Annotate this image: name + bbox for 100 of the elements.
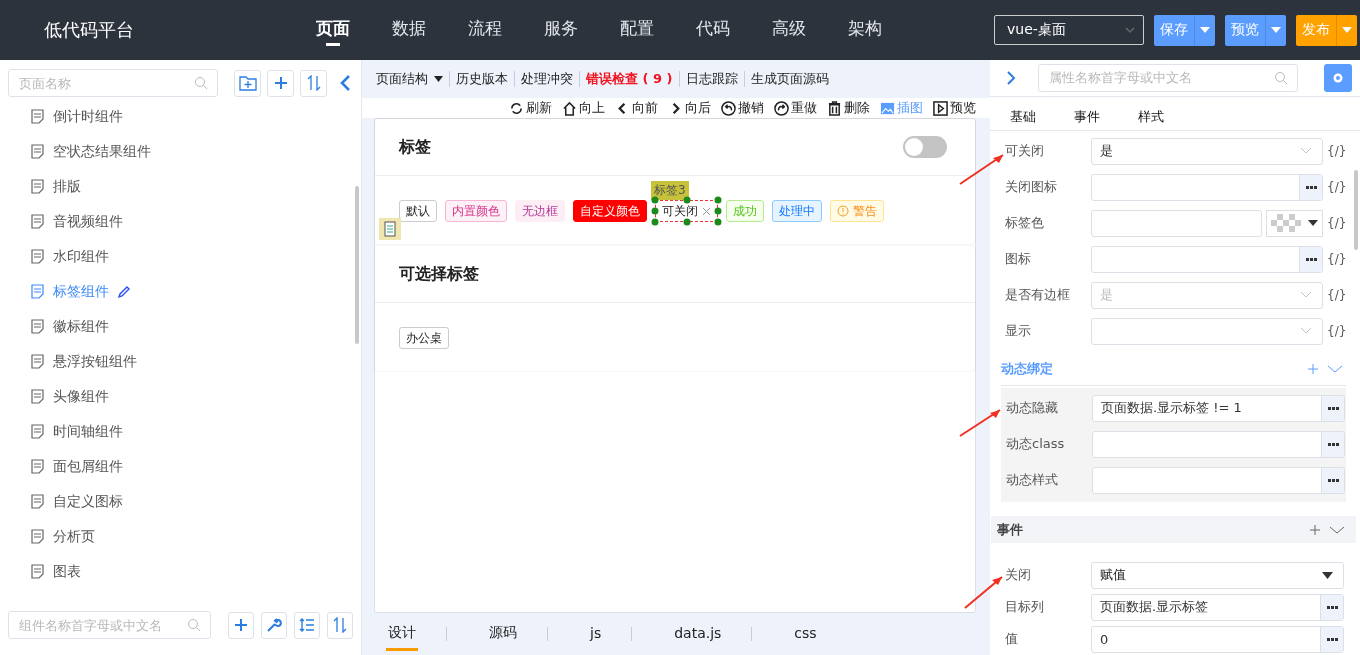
- tag[interactable]: 内置颜色: [445, 200, 507, 222]
- add-button[interactable]: [267, 69, 294, 97]
- toolbar-action[interactable]: 删除: [827, 99, 870, 117]
- dropdown-button[interactable]: [1266, 14, 1286, 46]
- tag[interactable]: 默认: [399, 200, 437, 222]
- sort-button[interactable]: [326, 611, 353, 639]
- toolbar-action[interactable]: 撤销: [721, 99, 764, 117]
- toolbar-action[interactable]: 向后: [668, 99, 711, 117]
- sort-button[interactable]: [300, 69, 327, 97]
- tag[interactable]: 无边框: [515, 200, 565, 222]
- add-folder-button[interactable]: [234, 69, 261, 97]
- input-field[interactable]: 0: [1091, 625, 1344, 653]
- list-button[interactable]: [293, 611, 320, 639]
- close-icon[interactable]: [702, 206, 711, 216]
- editor-tab[interactable]: 源码: [487, 617, 519, 651]
- panel-tab[interactable]: 基础: [1010, 108, 1036, 127]
- nav-tab[interactable]: 服务: [523, 10, 599, 50]
- page-item[interactable]: 时间轴组件: [0, 414, 361, 449]
- color-picker[interactable]: [1266, 209, 1323, 237]
- input-field[interactable]: [1091, 173, 1323, 201]
- resize-handle[interactable]: [683, 196, 690, 204]
- editor-tab[interactable]: 设计: [386, 617, 418, 651]
- page-item[interactable]: 悬浮按钮组件: [0, 344, 361, 379]
- toolbar-action[interactable]: 向上: [562, 99, 605, 117]
- toolbar-action[interactable]: 向前: [615, 99, 658, 117]
- search-field[interactable]: 属性名称首字母或中文名: [1038, 63, 1298, 92]
- page-item[interactable]: 空状态结果组件: [0, 134, 361, 169]
- more-button[interactable]: [1321, 431, 1344, 457]
- input-field[interactable]: [1092, 466, 1345, 494]
- expression-button[interactable]: {/}: [1327, 180, 1347, 195]
- select-field[interactable]: [1091, 317, 1323, 345]
- input-field[interactable]: [1091, 209, 1262, 237]
- toolbar-menu-item[interactable]: 日志跟踪: [685, 70, 738, 88]
- input-field[interactable]: [1092, 430, 1345, 458]
- nav-tab[interactable]: 高级: [751, 10, 827, 50]
- environment-select[interactable]: vue-桌面: [994, 15, 1144, 45]
- tag[interactable]: 办公桌: [399, 327, 449, 349]
- tag[interactable]: 可关闭: [655, 200, 718, 222]
- add-button[interactable]: [227, 611, 254, 639]
- chevron-left-icon[interactable]: [339, 74, 351, 92]
- nav-tab[interactable]: 流程: [447, 10, 523, 50]
- input-field[interactable]: 页面数据.显示标签 != 1: [1092, 394, 1345, 422]
- editor-tab[interactable]: css: [792, 618, 819, 650]
- page-item[interactable]: 分析页: [0, 519, 361, 554]
- page-item[interactable]: 倒计时组件: [0, 99, 361, 134]
- add-collapse-icon[interactable]: [1308, 363, 1344, 376]
- add-collapse-icon[interactable]: [1310, 523, 1346, 536]
- page-item[interactable]: 水印组件: [0, 239, 361, 274]
- wrench-button[interactable]: [260, 611, 287, 639]
- nav-tab[interactable]: 代码: [675, 10, 751, 50]
- editor-tab[interactable]: data.js: [672, 618, 724, 650]
- more-button[interactable]: [1321, 467, 1344, 493]
- expression-button[interactable]: {/}: [1327, 288, 1347, 303]
- select-field[interactable]: 赋值: [1091, 561, 1344, 589]
- editor-tab[interactable]: js: [588, 618, 604, 650]
- chevron-right-icon[interactable]: [1006, 69, 1016, 86]
- more-button[interactable]: [1321, 395, 1344, 421]
- dropdown-button[interactable]: [1195, 14, 1215, 46]
- more-button[interactable]: [1320, 626, 1343, 652]
- page-item[interactable]: 音视频组件: [0, 204, 361, 239]
- page-item[interactable]: 标签组件: [0, 274, 361, 309]
- page-item[interactable]: 自定义图标: [0, 484, 361, 519]
- toolbar-action[interactable]: 刷新: [509, 99, 552, 117]
- search-field[interactable]: 组件名称首字母或中文名: [8, 611, 211, 639]
- tag[interactable]: 处理中: [772, 200, 822, 222]
- expression-button[interactable]: {/}: [1327, 324, 1347, 339]
- panel-tab[interactable]: 事件: [1074, 108, 1100, 127]
- page-item[interactable]: 徽标组件: [0, 309, 361, 344]
- more-button[interactable]: [1320, 594, 1343, 620]
- nav-tab[interactable]: 配置: [599, 10, 675, 50]
- toolbar-menu-item[interactable]: 处理冲突: [521, 70, 573, 88]
- component-handle-icon[interactable]: [379, 218, 401, 240]
- input-field[interactable]: [1091, 245, 1323, 273]
- more-button[interactable]: [1299, 174, 1322, 200]
- nav-tab[interactable]: 架构: [827, 10, 903, 50]
- search-field[interactable]: 页面名称: [8, 69, 218, 97]
- pencil-icon[interactable]: [117, 284, 131, 299]
- page-item[interactable]: 排版: [0, 169, 361, 204]
- toolbar-action[interactable]: 预览: [933, 99, 976, 117]
- input-field[interactable]: 页面数据.显示标签: [1091, 593, 1344, 621]
- nav-tab[interactable]: 数据: [371, 10, 447, 50]
- resize-handle[interactable]: [683, 218, 690, 226]
- toolbar-menu-item[interactable]: 错误检查 ( 9 ): [586, 70, 673, 88]
- dropdown-button[interactable]: [1337, 14, 1357, 46]
- toggle-switch[interactable]: [903, 136, 947, 158]
- page-item[interactable]: 面包屑组件: [0, 449, 361, 484]
- expression-button[interactable]: {/}: [1327, 216, 1347, 231]
- tag[interactable]: 自定义颜色: [573, 200, 647, 222]
- more-button[interactable]: [1299, 246, 1322, 272]
- toolbar-menu-item[interactable]: 页面结构: [376, 70, 443, 88]
- toolbar-menu-item[interactable]: 生成页面源码: [750, 70, 829, 88]
- settings-button[interactable]: [1324, 63, 1352, 92]
- select-field[interactable]: 是: [1091, 137, 1323, 165]
- expression-button[interactable]: {/}: [1327, 144, 1347, 159]
- panel-tab[interactable]: 样式: [1138, 108, 1164, 127]
- page-item[interactable]: 头像组件: [0, 379, 361, 414]
- toolbar-action[interactable]: 重做: [774, 99, 817, 117]
- expression-button[interactable]: {/}: [1327, 252, 1347, 267]
- page-item[interactable]: 图表: [0, 554, 361, 589]
- toolbar-menu-item[interactable]: 历史版本: [456, 70, 508, 88]
